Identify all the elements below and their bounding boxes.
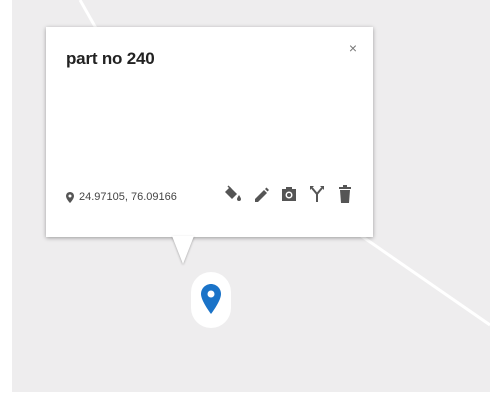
close-button[interactable]: ×	[349, 41, 357, 55]
pencil-icon[interactable]	[253, 185, 269, 203]
marker-pin-icon	[201, 284, 221, 314]
location-pin-icon	[66, 191, 74, 203]
popup-pointer	[172, 236, 194, 264]
popup-title: part no 240	[66, 49, 155, 68]
coordinates-text: 24.97105, 76.09166	[79, 191, 177, 203]
paint-bucket-icon[interactable]	[225, 185, 241, 203]
popup-toolbar	[225, 185, 353, 203]
marker-info-popup: part no 240 × 24.97105, 76.09166	[46, 27, 373, 237]
trash-icon[interactable]	[337, 185, 353, 203]
camera-icon[interactable]	[281, 185, 297, 203]
map-marker[interactable]	[191, 272, 231, 328]
map-canvas[interactable]: part no 240 × 24.97105, 76.09166	[12, 0, 490, 392]
fork-directions-icon[interactable]	[309, 185, 325, 203]
coordinates-row: 24.97105, 76.09166	[66, 191, 177, 203]
